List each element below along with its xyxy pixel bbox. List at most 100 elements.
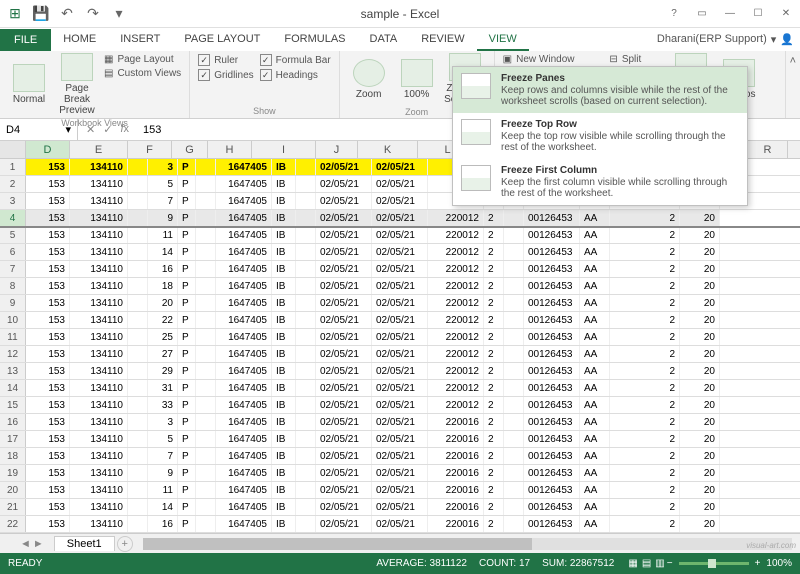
cell[interactable] [128,448,148,464]
cell[interactable] [296,312,316,328]
cell[interactable]: 20 [680,261,720,277]
cell[interactable]: 220016 [428,516,484,532]
sheet-nav-prev-icon[interactable]: ◄ [20,538,31,550]
cell[interactable]: 02/05/21 [316,159,372,175]
cell[interactable]: 2 [484,516,504,532]
cell[interactable]: AA [580,516,610,532]
minimize-icon[interactable]: — [716,2,744,26]
cell[interactable]: IB [272,261,296,277]
row-header-5[interactable]: 5 [0,227,26,243]
cell[interactable]: 02/05/21 [372,482,428,498]
cell[interactable] [196,346,216,362]
cell[interactable]: 02/05/21 [316,499,372,515]
cell[interactable]: 220012 [428,363,484,379]
cell[interactable]: 134110 [70,210,128,226]
cell[interactable]: 02/05/21 [316,516,372,532]
cell[interactable]: 153 [26,363,70,379]
cell[interactable] [504,482,524,498]
cell[interactable] [128,329,148,345]
cell[interactable]: 134110 [70,414,128,430]
row-header-21[interactable]: 21 [0,499,26,515]
cell[interactable]: P [178,346,196,362]
cell[interactable] [196,159,216,175]
row-header-6[interactable]: 6 [0,244,26,260]
cell[interactable]: 134110 [70,363,128,379]
freeze-option-freeze-panes[interactable]: Freeze PanesKeep rows and columns visibl… [453,67,747,113]
cell[interactable]: 153 [26,329,70,345]
column-header-E[interactable]: E [70,141,128,158]
cell[interactable]: 02/05/21 [372,448,428,464]
view-normal-icon[interactable]: ▦ [628,558,637,569]
new-window-button[interactable]: ▣ New Window [501,53,600,66]
cell[interactable]: 02/05/21 [372,363,428,379]
table-row[interactable]: 1015313411022P1647405IB02/05/2102/05/212… [0,312,800,329]
cell[interactable]: 2 [484,499,504,515]
cell[interactable]: IB [272,465,296,481]
cell[interactable]: AA [580,414,610,430]
collapse-ribbon-icon[interactable]: ˄ [786,51,800,118]
cell[interactable]: 20 [680,499,720,515]
ribbon-tab-home[interactable]: HOME [51,29,108,51]
cell[interactable]: 02/05/21 [316,244,372,260]
row-header-19[interactable]: 19 [0,465,26,481]
cell[interactable] [128,210,148,226]
cell[interactable]: 02/05/21 [316,176,372,192]
cell[interactable]: 2 [610,431,680,447]
cell[interactable] [296,499,316,515]
cell[interactable]: 2 [610,380,680,396]
add-sheet-button[interactable]: + [117,536,133,552]
row-header-14[interactable]: 14 [0,380,26,396]
cell[interactable]: 220012 [428,278,484,294]
cell[interactable] [196,176,216,192]
zoom-control[interactable]: − + 100% [667,558,792,569]
cell[interactable]: 134110 [70,397,128,413]
cell[interactable] [504,227,524,243]
cell[interactable]: 2 [610,448,680,464]
cell[interactable]: 1647405 [216,159,272,175]
cell[interactable]: 02/05/21 [372,261,428,277]
cell[interactable]: AA [580,363,610,379]
table-row[interactable]: 171531341105P1647405IB02/05/2102/05/2122… [0,431,800,448]
cell[interactable]: 134110 [70,261,128,277]
cell[interactable]: 153 [26,159,70,175]
cell[interactable]: 20 [680,278,720,294]
cell[interactable] [128,346,148,362]
cell[interactable]: IB [272,312,296,328]
cell[interactable]: 153 [26,227,70,243]
maximize-icon[interactable]: ☐ [744,2,772,26]
ribbon-tab-formulas[interactable]: FORMULAS [272,29,357,51]
cell[interactable]: 2 [484,295,504,311]
cell[interactable]: IB [272,159,296,175]
ribbon-tab-view[interactable]: VIEW [477,29,529,51]
cell[interactable]: 02/05/21 [316,312,372,328]
cell[interactable]: 1647405 [216,363,272,379]
cell[interactable]: P [178,414,196,430]
table-row[interactable]: 41531341109P1647405IB02/05/2102/05/21220… [0,210,800,227]
cell[interactable]: P [178,244,196,260]
cell[interactable]: 2 [484,448,504,464]
row-header-16[interactable]: 16 [0,414,26,430]
cell[interactable] [296,227,316,243]
cell[interactable]: 153 [26,414,70,430]
cell[interactable] [196,312,216,328]
cell[interactable] [504,346,524,362]
cell[interactable] [196,465,216,481]
cell[interactable]: 220012 [428,329,484,345]
cell[interactable] [296,397,316,413]
cell[interactable]: 02/05/21 [372,465,428,481]
cell[interactable] [296,363,316,379]
cell[interactable]: 02/05/21 [316,346,372,362]
cell[interactable]: 25 [148,329,178,345]
cell[interactable]: 134110 [70,244,128,260]
cell[interactable]: AA [580,482,610,498]
cell[interactable]: IB [272,278,296,294]
cell[interactable] [504,414,524,430]
cell[interactable]: AA [580,397,610,413]
table-row[interactable]: 2015313411011P1647405IB02/05/2102/05/212… [0,482,800,499]
cell[interactable]: 153 [26,380,70,396]
cell[interactable] [296,193,316,209]
cell[interactable]: IB [272,295,296,311]
cell[interactable]: IB [272,346,296,362]
column-header-F[interactable]: F [128,141,172,158]
formula-bar-checkbox[interactable]: ✓Formula Bar [258,53,333,67]
